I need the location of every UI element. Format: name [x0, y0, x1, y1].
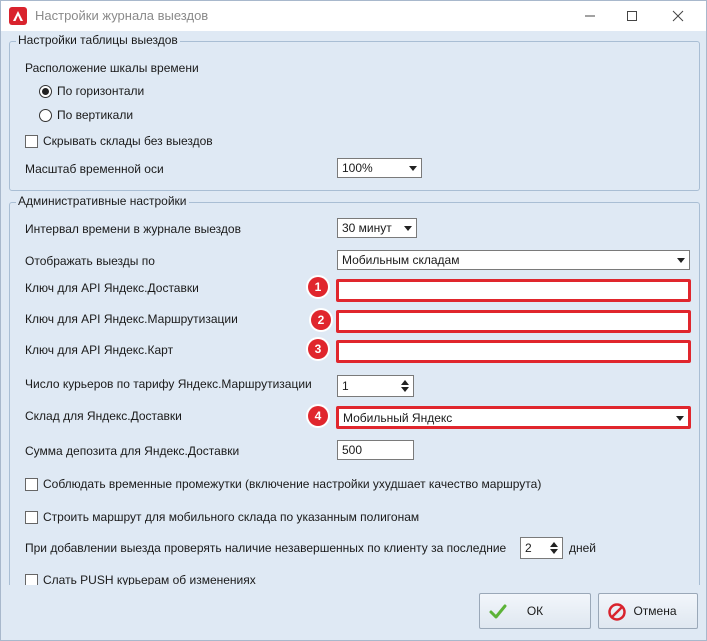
hide-empty-checkbox[interactable]: [25, 135, 38, 148]
title-bar: Настройки журнала выездов: [1, 1, 706, 31]
maximize-button[interactable]: [609, 1, 655, 31]
api-routing-label: Ключ для API Яндекс.Маршрутизации: [25, 312, 238, 326]
minimize-button[interactable]: [567, 1, 613, 31]
spin-down-icon[interactable]: [550, 549, 558, 554]
scale-select-value: 100%: [342, 161, 373, 175]
couriers-label: Число курьеров по тарифу Яндекс.Маршрути…: [25, 377, 312, 391]
deposit-input[interactable]: 500: [337, 440, 414, 460]
display-by-label: Отображать выезды по: [25, 254, 155, 268]
respect-time-label[interactable]: Соблюдать временные промежутки (включени…: [43, 477, 541, 491]
days-label: дней: [569, 541, 597, 555]
table-settings-title: Настройки таблицы выездов: [16, 33, 180, 47]
spin-down-icon[interactable]: [401, 387, 409, 392]
api-delivery-label: Ключ для API Яндекс.Доставки: [25, 281, 199, 295]
respect-time-checkbox[interactable]: [25, 478, 38, 491]
display-by-select-value: Мобильным складам: [342, 253, 460, 267]
chevron-down-icon: [404, 226, 412, 231]
dialog-footer: ОК Отмена: [1, 585, 706, 640]
hide-empty-label[interactable]: Скрывать склады без выездов: [43, 134, 213, 148]
radio-horizontal[interactable]: [39, 85, 52, 98]
ok-button[interactable]: ОК: [479, 593, 591, 629]
marker-3: 3: [308, 339, 328, 359]
marker-1: 1: [308, 277, 328, 297]
spin-up-icon[interactable]: [550, 542, 558, 547]
spin-up-icon[interactable]: [401, 380, 409, 385]
minimize-icon: [585, 15, 595, 17]
warehouse-select[interactable]: Мобильный Яндекс: [336, 406, 691, 429]
build-route-checkbox[interactable]: [25, 511, 38, 524]
interval-select-value: 30 минут: [342, 221, 392, 235]
display-by-select[interactable]: Мобильным складам: [337, 250, 690, 270]
marker-4: 4: [308, 406, 328, 426]
couriers-spinner[interactable]: 1: [337, 375, 414, 397]
interval-label: Интервал времени в журнале выездов: [25, 222, 241, 236]
cancel-button-label: Отмена: [633, 604, 677, 618]
window-title: Настройки журнала выездов: [35, 8, 209, 23]
radio-horizontal-label[interactable]: По горизонтали: [57, 84, 144, 98]
ok-button-label: ОК: [526, 604, 544, 618]
api-maps-input[interactable]: [336, 340, 691, 363]
check-unfinished-label: При добавлении выезда проверять наличие …: [25, 541, 507, 555]
scale-label: Масштаб временной оси: [25, 162, 164, 176]
chevron-down-icon: [677, 258, 685, 263]
chevron-down-icon: [676, 416, 684, 421]
app-logo-icon: [9, 7, 27, 25]
days-value: 2: [525, 541, 532, 555]
radio-vertical[interactable]: [39, 109, 52, 122]
close-icon: [672, 10, 684, 22]
close-button[interactable]: [655, 1, 701, 31]
admin-settings-title: Административные настройки: [16, 194, 189, 208]
warehouse-select-value: Мобильный Яндекс: [343, 411, 453, 425]
maximize-icon: [627, 11, 637, 21]
api-maps-label: Ключ для API Яндекс.Карт: [25, 343, 174, 357]
radio-vertical-label[interactable]: По вертикали: [57, 108, 133, 122]
deposit-label: Сумма депозита для Яндекс.Доставки: [25, 444, 240, 458]
scale-select[interactable]: 100%: [337, 158, 422, 178]
settings-dialog: Настройки журнала выездов Настройки табл…: [0, 0, 707, 641]
couriers-value: 1: [342, 379, 349, 393]
warehouse-label: Склад для Яндекс.Доставки: [25, 409, 182, 423]
api-routing-input[interactable]: [336, 310, 691, 333]
days-spinner[interactable]: 2: [520, 537, 563, 559]
build-route-label[interactable]: Строить маршрут для мобильного склада по…: [43, 510, 419, 524]
timeline-label: Расположение шкалы времени: [25, 61, 199, 75]
marker-2: 2: [311, 310, 331, 330]
api-delivery-input[interactable]: [336, 279, 691, 302]
cancel-button[interactable]: Отмена: [598, 593, 698, 629]
interval-select[interactable]: 30 минут: [337, 218, 417, 238]
chevron-down-icon: [409, 166, 417, 171]
